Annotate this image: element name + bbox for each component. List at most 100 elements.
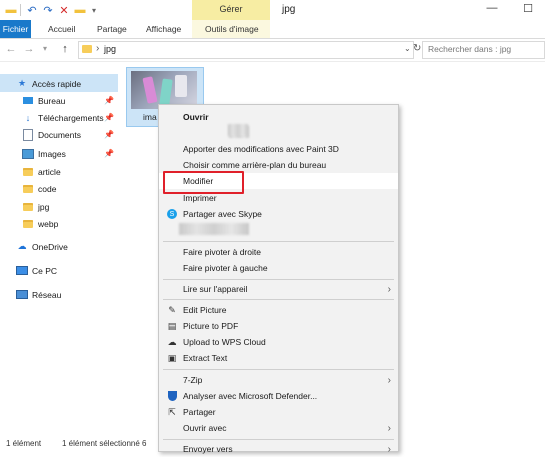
sidebar-item-acces-rapide[interactable]: ★ Accès rapide: [16, 75, 134, 92]
network-icon: [16, 290, 28, 300]
forward-icon[interactable]: →: [22, 41, 36, 57]
sidebar-item-label: Ce PC: [32, 265, 58, 276]
address-bar[interactable]: [78, 41, 414, 59]
sidebar-item-reseau[interactable]: Réseau: [16, 286, 134, 303]
context-menu: Ouvrir Apporter des modifications avec P…: [158, 104, 399, 455]
menu-item-label: Partager: [183, 407, 216, 417]
menu-item-label: Apporter des modifications avec Paint 3D: [183, 144, 339, 154]
menu-item-skype[interactable]: S Partager avec Skype: [159, 206, 398, 222]
menu-item-extract-text[interactable]: ▣ Extract Text: [159, 350, 398, 366]
window-title: jpg: [282, 4, 296, 15]
address-dropdown-icon[interactable]: ⌄: [404, 44, 411, 53]
sidebar-item-label: Bureau: [38, 95, 66, 106]
submenu-arrow-icon: ›: [387, 283, 391, 295]
delete-icon[interactable]: ✕: [58, 3, 70, 17]
sidebar-item-code[interactable]: code: [22, 180, 140, 197]
sidebar-item-label: Documents: [38, 129, 81, 140]
menu-item-7zip[interactable]: 7-Zip ›: [159, 372, 398, 388]
search-placeholder: Rechercher dans : jpg: [428, 44, 512, 54]
tab-outils-image[interactable]: Outils d'image: [205, 20, 259, 38]
refresh-icon[interactable]: ↻: [413, 43, 421, 54]
ribbon-tabs: [0, 20, 545, 39]
sidebar-item-label: article: [38, 166, 61, 177]
menu-item-envoyer-vers[interactable]: Envoyer vers ›: [159, 441, 398, 457]
manage-label[interactable]: Gérer: [192, 4, 270, 14]
up-icon[interactable]: ↑: [58, 41, 72, 57]
file-name[interactable]: ima: [143, 112, 157, 122]
new-folder-icon[interactable]: ▬: [74, 3, 86, 17]
menu-item-ouvrir[interactable]: Ouvrir: [159, 109, 398, 125]
folder-icon: [22, 167, 34, 177]
tab-accueil[interactable]: Accueil: [48, 20, 75, 38]
share-icon: ⇱: [168, 406, 176, 417]
menu-item-label: Ouvrir avec: [183, 423, 227, 433]
menu-separator: [163, 439, 394, 440]
menu-separator: [163, 369, 394, 370]
folder-icon: [82, 45, 92, 53]
menu-item-label: Edit Picture: [183, 305, 227, 315]
undo-icon[interactable]: ↶: [26, 3, 38, 17]
menu-item-label: Upload to WPS Cloud: [183, 337, 266, 347]
menu-item-paint3d[interactable]: Apporter des modifications avec Paint 3D: [159, 141, 398, 157]
menu-item-ouvrir-avec[interactable]: Ouvrir avec ›: [159, 420, 398, 436]
sidebar-item-jpg[interactable]: jpg: [22, 198, 140, 215]
maximize-icon[interactable]: ☐: [516, 2, 540, 18]
menu-item-label: 7-Zip: [183, 375, 203, 385]
redo-icon[interactable]: ↷: [42, 3, 54, 17]
download-icon: ↓: [25, 112, 31, 123]
edit-picture-icon: ✎: [168, 304, 176, 315]
tab-affichage[interactable]: Affichage: [146, 20, 181, 38]
sidebar-item-ce-pc[interactable]: Ce PC: [16, 262, 134, 279]
pc-icon: [16, 266, 28, 276]
menu-item-label: Lire sur l'appareil: [183, 284, 248, 294]
status-bar: 1 élément 1 élément sélectionné 6: [0, 439, 158, 450]
menu-item-partager[interactable]: ⇱ Partager: [159, 404, 398, 420]
menu-item-picture-to-pdf[interactable]: ▤ Picture to PDF: [159, 318, 398, 334]
minimize-icon[interactable]: —: [480, 2, 504, 18]
menu-item-label: Picture to PDF: [183, 321, 239, 331]
submenu-arrow-icon: ›: [387, 374, 391, 386]
item-count: 1 élément: [6, 439, 42, 448]
sidebar-item-label: code: [38, 183, 57, 194]
menu-item-label: Choisir comme arrière-plan du bureau: [183, 160, 327, 170]
menu-item-lire-appareil[interactable]: Lire sur l'appareil ›: [159, 281, 398, 297]
menu-separator: [163, 241, 394, 242]
divider: [20, 4, 21, 16]
menu-item-label: Faire pivoter à droite: [183, 247, 261, 257]
star-icon: ★: [17, 78, 27, 88]
submenu-arrow-icon: ›: [387, 422, 391, 434]
customize-toolbar-icon[interactable]: ▾: [89, 3, 99, 17]
images-icon: [22, 148, 34, 159]
defender-icon: [166, 390, 178, 402]
tab-partage[interactable]: Partage: [97, 20, 127, 38]
sidebar-item-label: Accès rapide: [32, 78, 82, 89]
menu-item-upload-wps[interactable]: ☁ Upload to WPS Cloud: [159, 334, 398, 350]
extract-text-icon: ▣: [167, 352, 177, 363]
desktop-icon: [22, 96, 34, 106]
pdf-icon: ▤: [167, 320, 177, 331]
menu-item-pivoter-gauche[interactable]: Faire pivoter à gauche: [159, 260, 398, 276]
menu-item-defender[interactable]: Analyser avec Microsoft Defender...: [159, 388, 398, 404]
redacted-item: [228, 124, 248, 136]
back-icon[interactable]: ←: [4, 41, 18, 57]
menu-item-edit-picture[interactable]: ✎ Edit Picture: [159, 302, 398, 318]
sidebar-item-label: Téléchargements: [38, 112, 104, 123]
tab-fichier[interactable]: Fichier: [0, 20, 31, 38]
sidebar-item-article[interactable]: article: [22, 163, 140, 180]
breadcrumb-separator: ›: [96, 43, 100, 54]
recent-locations-icon[interactable]: ▾: [38, 41, 52, 57]
menu-item-label: Extract Text: [183, 353, 228, 363]
menu-separator: [163, 299, 394, 300]
menu-item-pivoter-droite[interactable]: Faire pivoter à droite: [159, 244, 398, 260]
sidebar-item-onedrive[interactable]: ☁ OneDrive: [16, 238, 134, 255]
folder-icon: [22, 219, 34, 229]
breadcrumb-jpg[interactable]: jpg: [104, 44, 116, 54]
cloud-icon: ☁: [17, 241, 27, 251]
sidebar-item-label: jpg: [38, 201, 50, 212]
folder-icon: [22, 202, 34, 212]
folder-icon: ▬: [5, 4, 17, 16]
sidebar-item-webp[interactable]: webp: [22, 215, 140, 232]
sidebar-item-label: webp: [38, 218, 59, 229]
highlight-annotation: [163, 171, 244, 194]
menu-item-label: Ouvrir: [183, 112, 209, 122]
